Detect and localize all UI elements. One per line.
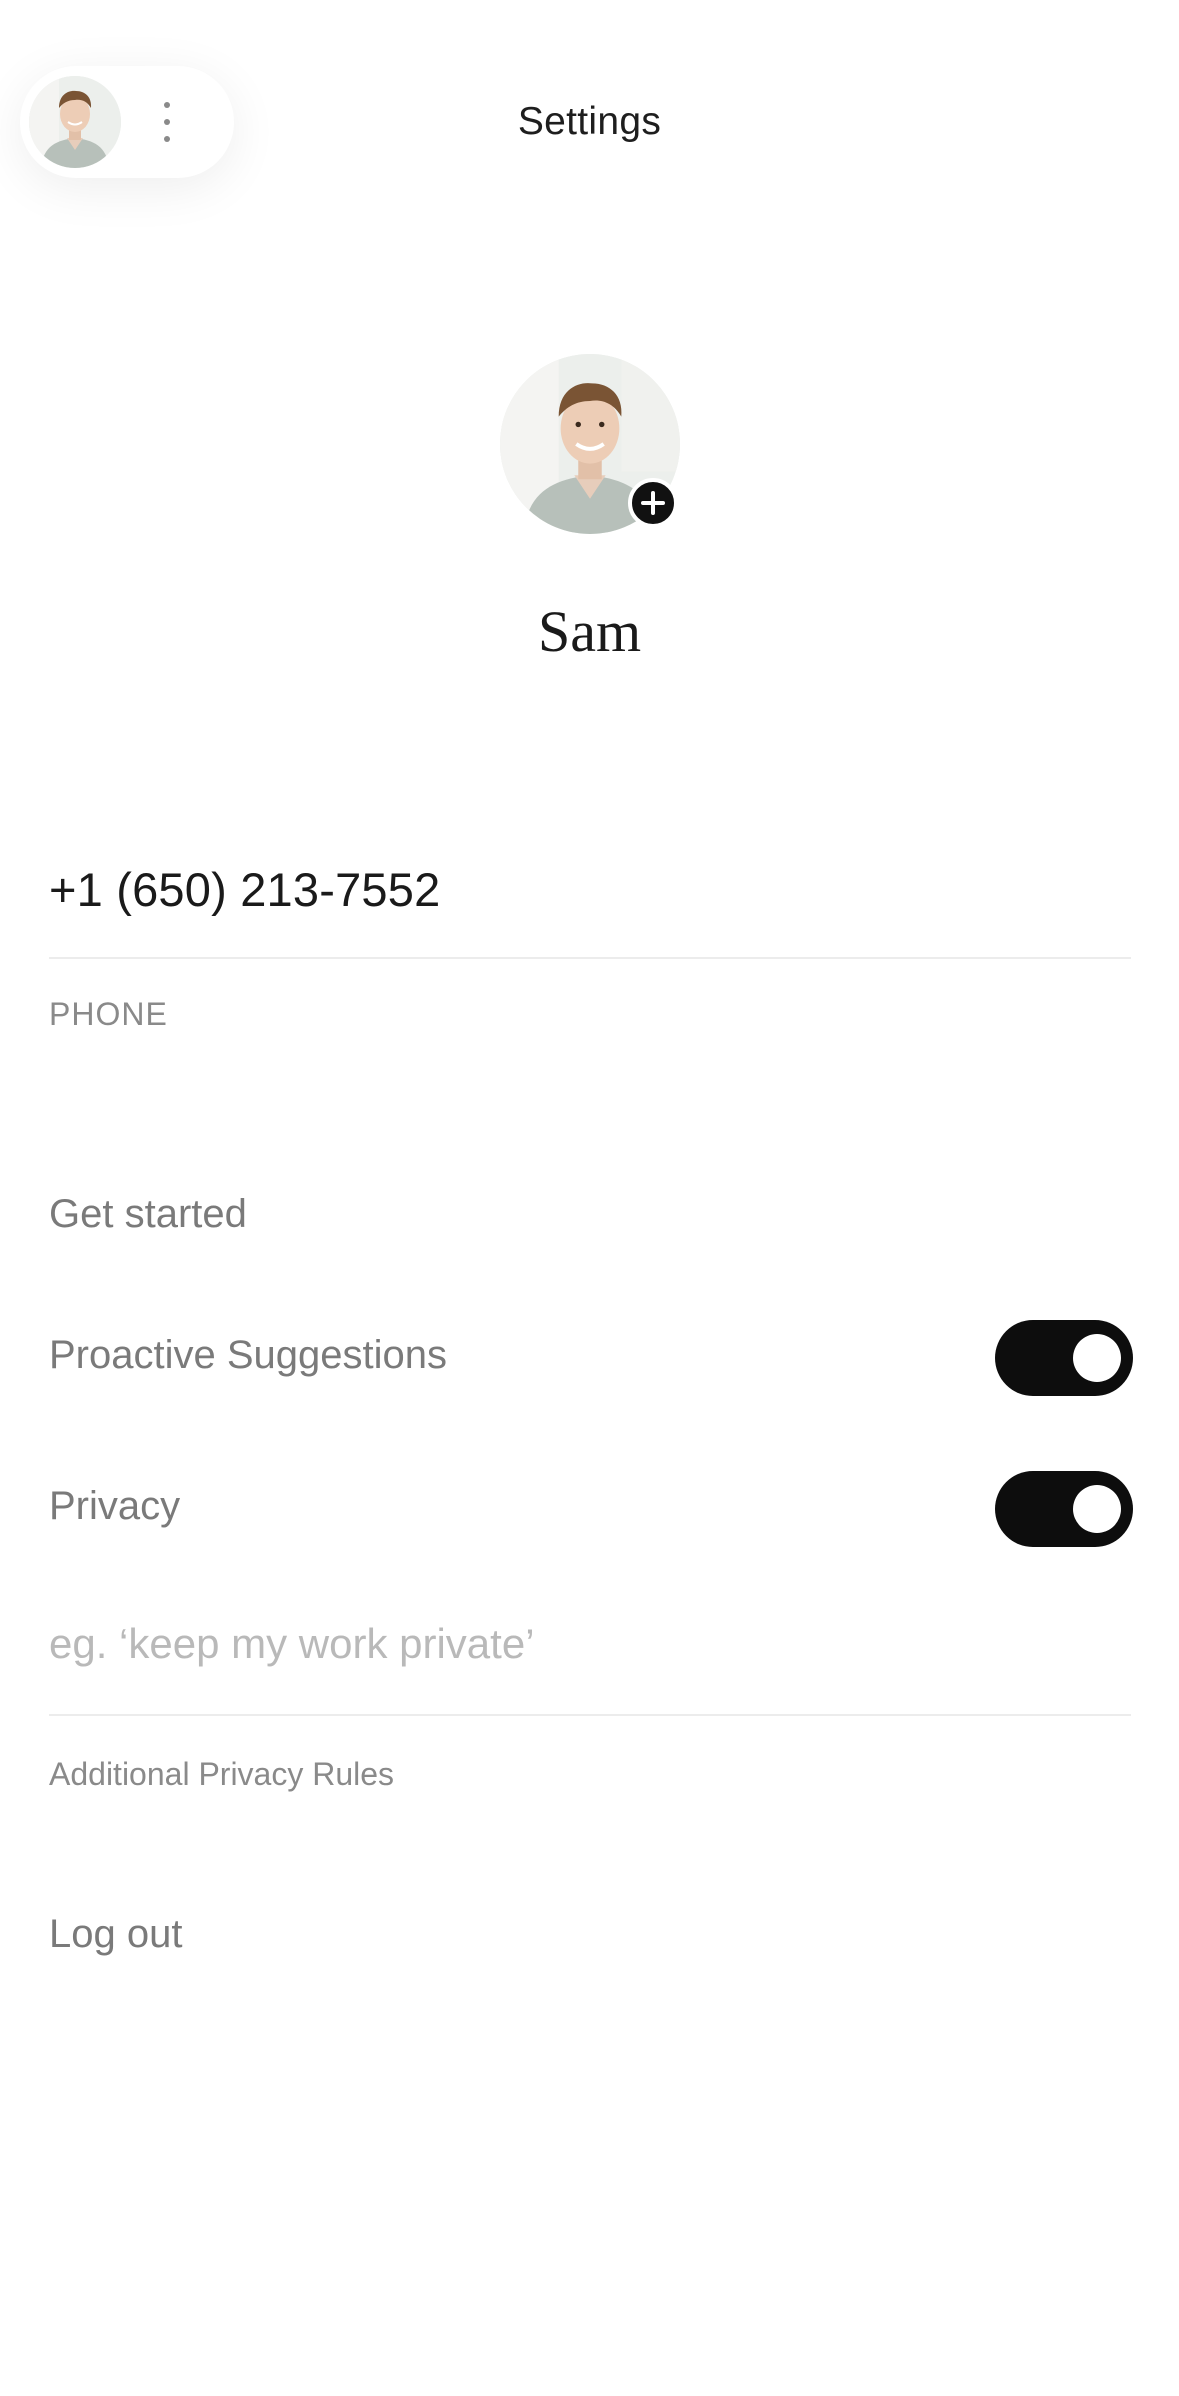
privacy-label: Privacy [49, 1484, 181, 1528]
logout-button[interactable]: Log out [49, 1912, 182, 1957]
phone-number-value[interactable]: +1 (650) 213-7552 [49, 862, 440, 917]
phone-field-label: PHONE [49, 996, 168, 1032]
get-started-link[interactable]: Get started [49, 1192, 247, 1237]
page-title: Settings [517, 100, 662, 143]
toggle-knob [1073, 1334, 1121, 1382]
privacy-rules-label: Additional Privacy Rules [49, 1756, 395, 1792]
profile-avatar-container[interactable] [500, 354, 680, 534]
proactive-suggestions-toggle[interactable] [995, 1320, 1133, 1396]
privacy-rules-divider [49, 1714, 1131, 1716]
toggle-knob [1073, 1485, 1121, 1533]
plus-circle-icon[interactable] [628, 478, 678, 528]
privacy-rules-input[interactable] [49, 1614, 1131, 1674]
privacy-toggle[interactable] [995, 1471, 1133, 1547]
profile-name: Sam [537, 599, 642, 664]
phone-divider [49, 957, 1131, 959]
proactive-suggestions-label: Proactive Suggestions [49, 1333, 448, 1377]
